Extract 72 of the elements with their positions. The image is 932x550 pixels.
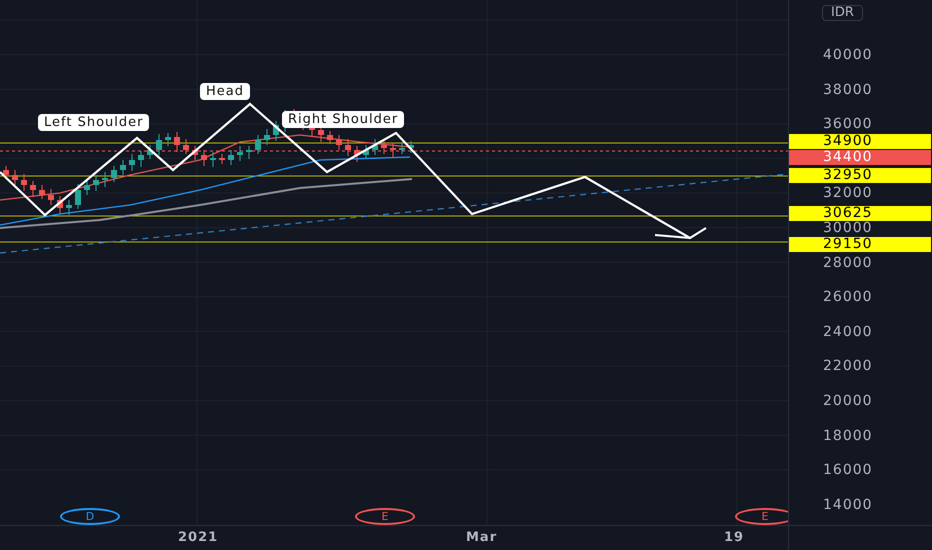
candle [93,174,99,192]
price-label: 22000 [823,359,873,374]
price-label: 40000 [823,48,873,62]
candle [3,166,9,180]
price-label: 14000 [823,498,873,512]
candle [120,160,126,176]
time-axis[interactable]: 2021 Mar 19 [0,525,788,550]
candle [399,142,405,154]
candle [228,150,234,166]
candle [273,120,279,142]
candle [237,146,243,162]
event-marker[interactable]: E [355,508,415,525]
price-tag: 32950 [789,168,931,183]
price-tag: 34900 [789,134,931,149]
price-tag: 30625 [789,206,931,221]
candle [111,166,117,182]
price-label: 36000 [823,117,873,132]
price-label: 38000 [823,82,873,97]
candle [66,200,72,216]
date-label: Mar [466,530,498,545]
chart-area[interactable]: Left Shoulder Head Right Shoulder D E E [0,0,788,525]
candle [138,150,144,168]
candle [165,132,171,146]
candle [30,180,36,198]
candle [372,138,378,156]
pattern-label: Left Shoulder [38,114,150,131]
event-marker[interactable]: E [735,508,788,525]
candle [246,146,252,160]
candle [183,138,189,154]
candle [210,152,216,168]
candle [48,188,54,206]
candle [57,196,63,214]
candle [75,184,81,210]
price-label: 28000 [823,256,873,270]
candle [327,130,333,144]
price-label: 18000 [823,428,873,443]
date-label: 2021 [178,530,218,545]
candle [408,140,414,154]
price-label: 16000 [823,463,873,478]
candle [354,146,360,162]
price-label: 26000 [823,290,873,304]
candle [219,154,225,164]
candle [84,180,90,196]
price-axis[interactable]: IDR 40000 38000 36000 32000 30000 28000 26000 24000 22000 20000 18000 16000 14000 34900 34400 32950 30625 29150 [788,0,932,525]
pattern-label: Right Shoulder [282,111,404,128]
candle [201,150,207,166]
currency-label[interactable]: IDR [822,5,863,21]
candle [255,134,261,154]
candle [336,134,342,150]
candle [390,142,396,158]
candle [264,128,270,146]
candle [174,132,180,152]
event-marker[interactable]: D [60,508,120,525]
candle [21,174,27,192]
price-tag: 29150 [789,237,931,252]
candle [129,154,135,172]
candle [363,144,369,160]
price-label: 32000 [823,186,873,200]
candle [345,138,351,156]
candle [39,184,45,200]
candle [156,134,162,156]
candle [147,144,153,160]
pattern-label: Head [200,83,250,100]
price-label: 24000 [823,324,873,339]
candle [12,170,18,186]
price-tag: 34400 [789,150,931,165]
candle [381,140,387,154]
candle [192,146,198,160]
candle [102,172,108,188]
price-label: 20000 [823,394,873,408]
date-label: 19 [724,530,744,545]
price-label: 30000 [823,221,873,235]
